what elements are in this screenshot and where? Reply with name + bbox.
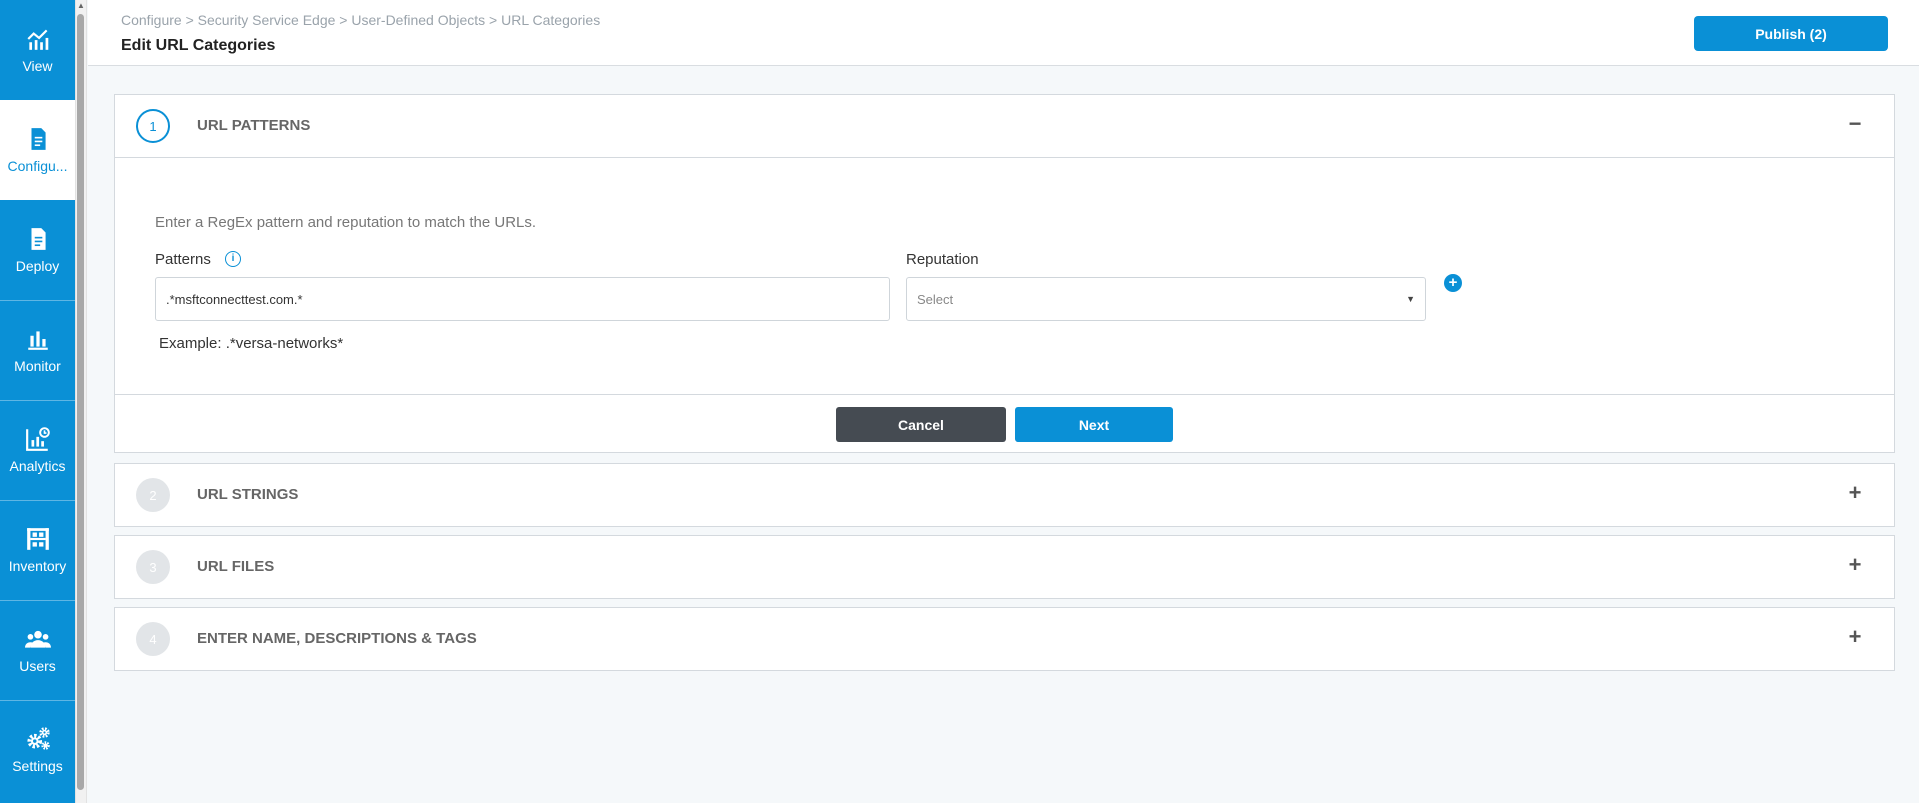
sidebar-item-label: Configu...	[7, 158, 68, 174]
cancel-button[interactable]: Cancel	[836, 407, 1006, 442]
breadcrumb[interactable]: Configure > Security Service Edge > User…	[121, 12, 600, 28]
sidebar-item-label: Analytics	[9, 458, 66, 474]
plus-icon[interactable]: +	[1844, 626, 1866, 648]
sidebar-item-configure[interactable]: Configu...	[0, 100, 75, 200]
step-number: 3	[136, 550, 170, 584]
intro-text: Enter a RegEx pattern and reputation to …	[155, 214, 537, 231]
info-icon[interactable]: i	[225, 251, 241, 267]
sidebar-item-view[interactable]: View	[0, 0, 75, 100]
sidebar-item-monitor[interactable]: Monitor	[0, 300, 75, 400]
sidebar-item-label: Deploy	[15, 258, 60, 274]
pattern-input[interactable]	[155, 277, 890, 321]
scroll-up-icon[interactable]: ▲	[77, 2, 85, 10]
step-header[interactable]: 4 ENTER NAME, DESCRIPTIONS & TAGS +	[115, 608, 1894, 670]
step-panel-name-descriptions-tags[interactable]: 4 ENTER NAME, DESCRIPTIONS & TAGS +	[114, 607, 1895, 671]
step-number: 4	[136, 622, 170, 656]
step-body: Enter a RegEx pattern and reputation to …	[115, 157, 1894, 394]
sidebar-item-analytics[interactable]: Analytics	[0, 400, 75, 500]
inventory-icon	[25, 526, 51, 552]
patterns-label: Patterns	[155, 251, 211, 268]
sidebar-nav: View Configu... Deploy Monitor Analytics…	[0, 0, 75, 803]
scrollbar-thumb[interactable]	[77, 14, 84, 790]
sidebar-item-label: Inventory	[8, 558, 67, 574]
page-header: Configure > Security Service Edge > User…	[88, 0, 1919, 66]
plus-icon[interactable]: +	[1844, 554, 1866, 576]
reputation-select-value: Select	[917, 291, 954, 307]
step-header[interactable]: 2 URL STRINGS +	[115, 464, 1894, 526]
sidebar-item-label: Monitor	[14, 358, 61, 374]
next-button[interactable]: Next	[1015, 407, 1173, 442]
step-panel-url-files[interactable]: 3 URL FILES +	[114, 535, 1895, 599]
step-title: ENTER NAME, DESCRIPTIONS & TAGS	[197, 630, 477, 647]
step-panel-url-patterns: 1 URL PATTERNS − Enter a RegEx pattern a…	[114, 94, 1895, 453]
add-circle-icon[interactable]: +	[1444, 274, 1462, 292]
step-title: URL STRINGS	[197, 486, 299, 503]
users-icon	[24, 626, 51, 652]
gears-icon	[25, 726, 51, 752]
example-text: Example: .*versa-networks*	[159, 335, 344, 352]
plus-icon[interactable]: +	[1844, 482, 1866, 504]
sidebar-item-label: View	[22, 58, 53, 74]
step-title: URL PATTERNS	[197, 117, 311, 134]
publish-button[interactable]: Publish (2)	[1694, 16, 1888, 51]
bar-chart-icon	[25, 326, 51, 352]
sidebar-item-settings[interactable]: Settings	[0, 700, 75, 800]
reputation-select[interactable]: Select ▼	[906, 277, 1426, 321]
sidebar-item-inventory[interactable]: Inventory	[0, 500, 75, 600]
step-title: URL FILES	[197, 558, 275, 575]
page-title: Edit URL Categories	[121, 37, 276, 54]
minus-icon[interactable]: −	[1844, 113, 1866, 135]
document-icon	[25, 226, 51, 252]
step-header[interactable]: 3 URL FILES +	[115, 536, 1894, 598]
sidebar-item-label: Users	[19, 658, 56, 674]
analytics-icon	[25, 426, 51, 452]
sidebar-item-label: Settings	[12, 758, 63, 774]
step-number: 1	[136, 109, 170, 143]
step-footer: Cancel Next	[115, 394, 1894, 452]
sidebar-item-users[interactable]: Users	[0, 600, 75, 700]
document-icon	[25, 126, 51, 152]
step-number: 2	[136, 478, 170, 512]
chart-icon	[25, 26, 51, 52]
step-panel-url-strings[interactable]: 2 URL STRINGS +	[114, 463, 1895, 527]
caret-down-icon: ▼	[1406, 294, 1415, 304]
step-header[interactable]: 1 URL PATTERNS −	[115, 95, 1894, 157]
sidebar-item-deploy[interactable]: Deploy	[0, 200, 75, 300]
reputation-label: Reputation	[906, 251, 979, 268]
